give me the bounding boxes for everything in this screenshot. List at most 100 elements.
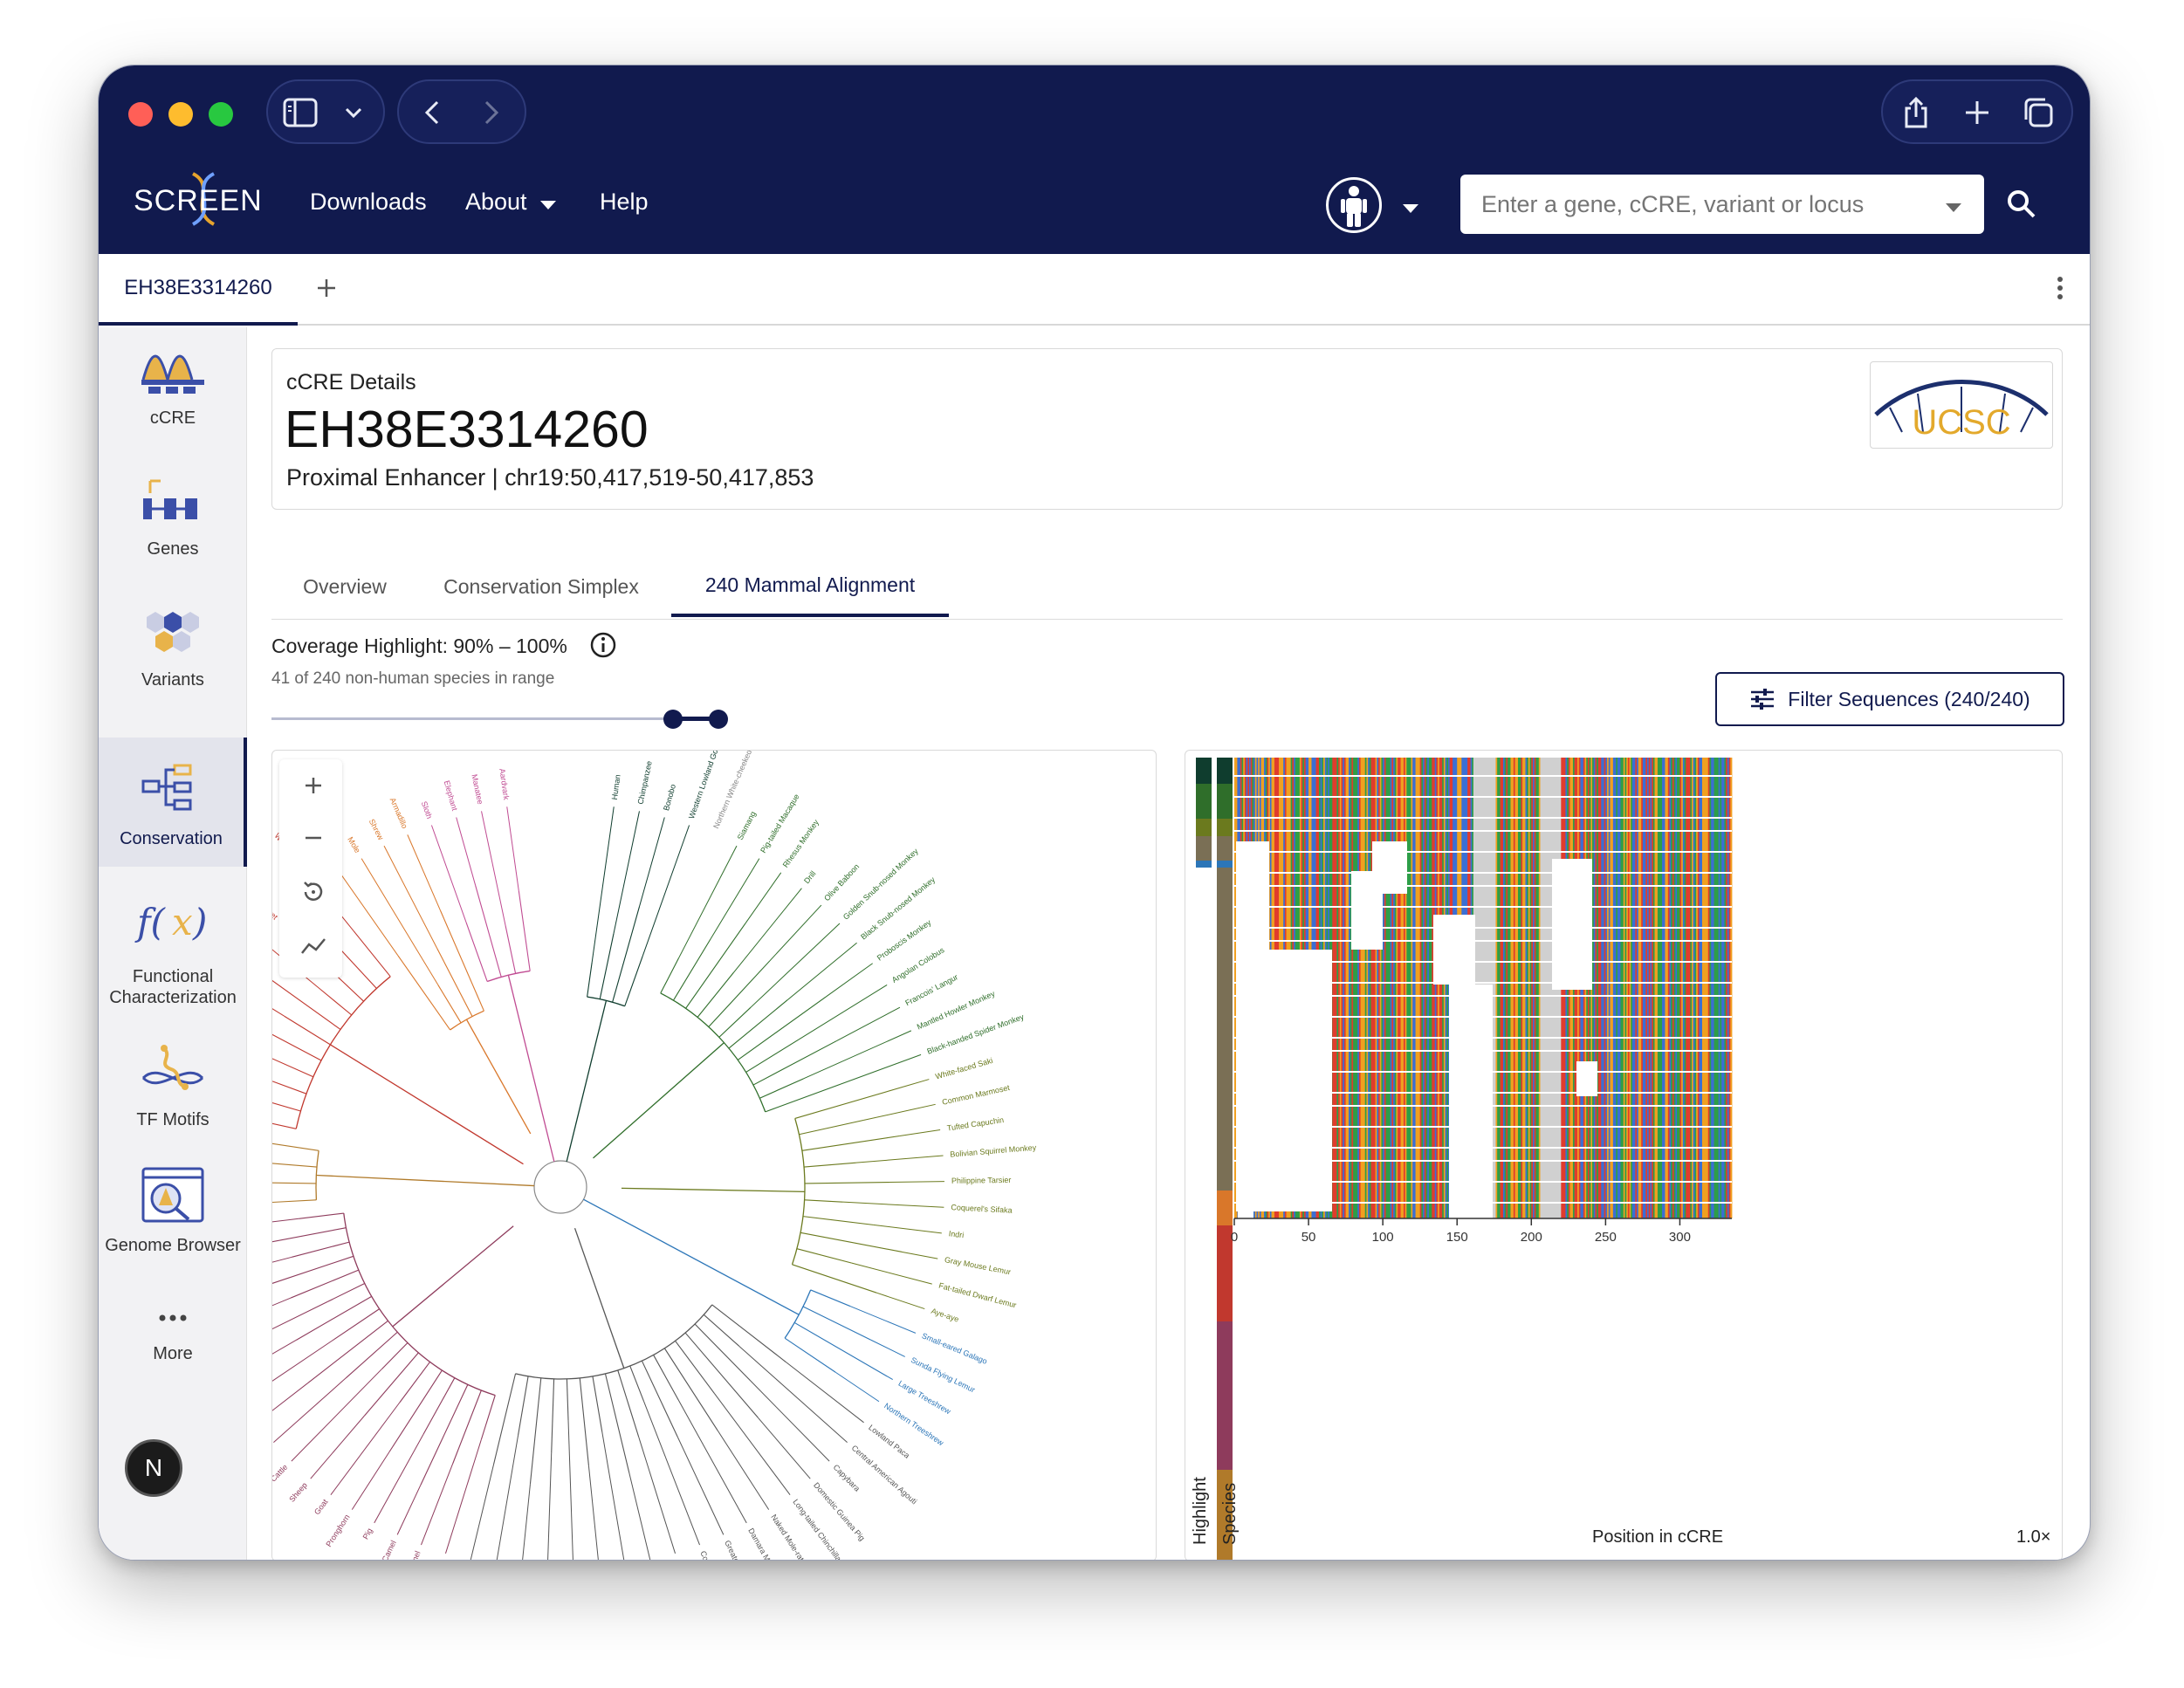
species-label[interactable]: Armadillo	[388, 796, 409, 829]
trend-line-icon[interactable]	[286, 920, 340, 972]
tree-leaf-branch	[272, 1218, 299, 1223]
species-label[interactable]: Pig	[361, 1527, 374, 1540]
sidebar-item-ccre[interactable]: cCRE	[99, 345, 247, 449]
filter-sequences-button[interactable]: Filter Sequences (240/240)	[1715, 672, 2064, 726]
species-label[interactable]: Aye-aye	[930, 1307, 959, 1324]
species-label[interactable]: Small-eared Galago	[921, 1331, 989, 1366]
species-label[interactable]: Francois' Langur	[903, 972, 959, 1007]
slider-thumb-high[interactable]	[709, 710, 728, 729]
sidebar-item-genes[interactable]: Genes	[99, 476, 247, 580]
zoom-in-plus-icon[interactable]	[286, 759, 340, 812]
species-label[interactable]: Sheep	[287, 1481, 309, 1504]
species-label[interactable]: Capybara	[832, 1463, 862, 1493]
species-label[interactable]: Damara Mole-rat	[746, 1527, 783, 1561]
nav-downloads-link[interactable]: Downloads	[310, 189, 427, 216]
species-label[interactable]: Siamang	[736, 810, 758, 841]
chevron-down-icon[interactable]	[338, 97, 369, 128]
species-label[interactable]: Drill	[802, 869, 818, 885]
species-label[interactable]: Indri	[948, 1229, 965, 1239]
species-label[interactable]: Gray Mouse Lemur	[944, 1255, 1012, 1276]
tab-overview[interactable]: Overview	[271, 556, 418, 617]
species-label[interactable]: Mole	[346, 835, 362, 854]
sidebar-item-functional-characterization[interactable]: f(x) Functional Characterization	[99, 895, 247, 1017]
ccre-subtitle: Proximal Enhancer | chr19:50,417,519-50,…	[286, 464, 814, 491]
species-label[interactable]: Human	[610, 774, 622, 800]
species-label[interactable]: Large Treeshrew	[896, 1379, 952, 1417]
species-label[interactable]: Bactrian Camel	[395, 1549, 422, 1561]
x-tick-label: 250	[1595, 1230, 1617, 1245]
species-label[interactable]: Northern White-cheeked Gibbon	[711, 751, 765, 830]
species-label[interactable]: Aardvark	[498, 768, 511, 801]
species-label[interactable]: Rhesus Monkey	[781, 818, 821, 869]
slider-thumb-low[interactable]	[663, 710, 683, 729]
species-label[interactable]: Shrew	[367, 818, 386, 842]
species-label[interactable]: Angolan Colobus	[890, 945, 946, 985]
sidebar-item-conservation[interactable]: Conservation	[99, 738, 247, 867]
tab-240-mammal-alignment[interactable]: 240 Mammal Alignment	[671, 556, 949, 617]
species-label[interactable]: White-faced Saki	[934, 1056, 993, 1081]
species-label[interactable]: Naked Mole-rat	[769, 1513, 806, 1561]
species-label[interactable]: Manatee	[470, 773, 484, 805]
sidebar-toggle-icon[interactable]	[282, 95, 319, 130]
tree-leaf-branch	[870, 1339, 905, 1357]
new-tab-plus-icon[interactable]	[1960, 93, 1995, 132]
species-label[interactable]: Black Snub-nosed Monkey	[859, 875, 937, 941]
tab-menu-kebab-icon[interactable]	[2056, 275, 2064, 305]
species-label[interactable]: Common Gundi	[698, 1549, 726, 1561]
species-label[interactable]: Fat-tailed Dwarf Lemur	[937, 1281, 1017, 1310]
alignment-matrix[interactable]: 0 50 100 150 200 250 300	[1185, 751, 2063, 1561]
sidebar-item-tf-motifs[interactable]: TF Motifs	[99, 1043, 247, 1148]
nav-about-link[interactable]: About	[465, 189, 527, 216]
sidebar-item-label: Genes	[147, 539, 199, 559]
x-tick-label: 100	[1372, 1230, 1394, 1245]
nav-help-link[interactable]: Help	[600, 189, 649, 216]
species-label[interactable]: Olive Baboon	[822, 862, 861, 902]
species-label[interactable]: Cattle	[272, 1463, 289, 1484]
info-icon[interactable]	[589, 631, 617, 663]
assembly-chevron-down-icon[interactable]	[1403, 202, 1418, 217]
search-input[interactable]	[1481, 175, 1935, 234]
search-dropdown-icon[interactable]	[1946, 201, 1961, 216]
coverage-slider[interactable]	[271, 706, 739, 732]
zoom-out-minus-icon[interactable]	[286, 812, 340, 864]
screen-logo[interactable]: SCREEN	[134, 168, 273, 230]
clade-branch	[566, 1000, 608, 1163]
about-chevron-down-icon[interactable]	[540, 198, 556, 214]
species-label[interactable]: Golden Snub-nosed Monkey	[841, 847, 920, 922]
minimize-window-button[interactable]	[168, 102, 193, 127]
search-icon[interactable]	[2007, 189, 2036, 223]
species-label[interactable]: Cape Ground Squirrel	[674, 1559, 705, 1561]
share-icon[interactable]	[1899, 93, 1933, 132]
species-label[interactable]: Common Marmoset	[941, 1083, 1011, 1107]
assembly-human-icon[interactable]	[1326, 177, 1382, 233]
species-label[interactable]: Chimpanzee	[636, 760, 654, 806]
species-label[interactable]: Goat	[312, 1497, 330, 1516]
forward-arrow-icon[interactable]	[474, 95, 509, 130]
species-label[interactable]: Arabian Camel	[367, 1539, 397, 1561]
tab-conservation-simplex[interactable]: Conservation Simplex	[423, 556, 659, 617]
species-label[interactable]: Greater Cane Rat	[723, 1539, 757, 1561]
reset-view-icon[interactable]	[286, 866, 340, 918]
phylogenetic-tree[interactable]: Human Chimpanzee Bonobo Western Lowland Gor…	[272, 751, 1157, 1561]
species-label[interactable]: Tufted Capuchin	[946, 1115, 1004, 1133]
species-label[interactable]: Lowland Paca	[867, 1423, 911, 1460]
species-label[interactable]: Coquerel's Sifaka	[951, 1203, 1013, 1215]
species-label[interactable]: Bonobo	[662, 783, 677, 812]
ucsc-logo[interactable]: UCSC	[1870, 361, 2053, 449]
tab-overview-icon[interactable]	[2019, 93, 2057, 132]
add-tab-plus-icon[interactable]	[315, 277, 338, 304]
species-label[interactable]: Elephant	[443, 779, 459, 812]
species-label[interactable]: Bolivian Squirrel Monkey	[950, 1143, 1037, 1159]
species-label[interactable]: Alpaca	[431, 1559, 447, 1561]
maximize-window-button[interactable]	[209, 102, 233, 127]
species-label[interactable]: Philippine Tarsier	[951, 1176, 1012, 1185]
species-label[interactable]: Pronghorn	[324, 1513, 351, 1548]
avatar[interactable]: N	[125, 1439, 182, 1497]
sidebar-item-genome-browser[interactable]: Genome Browser	[99, 1165, 247, 1296]
sidebar-item-variants[interactable]: Variants	[99, 607, 247, 711]
close-window-button[interactable]	[128, 102, 153, 127]
tab-eh38e3314260[interactable]: EH38E3314260	[99, 254, 298, 326]
back-arrow-icon[interactable]	[415, 95, 450, 130]
sidebar-item-more[interactable]: More	[99, 1305, 247, 1383]
species-label[interactable]: Sloth	[420, 800, 434, 820]
